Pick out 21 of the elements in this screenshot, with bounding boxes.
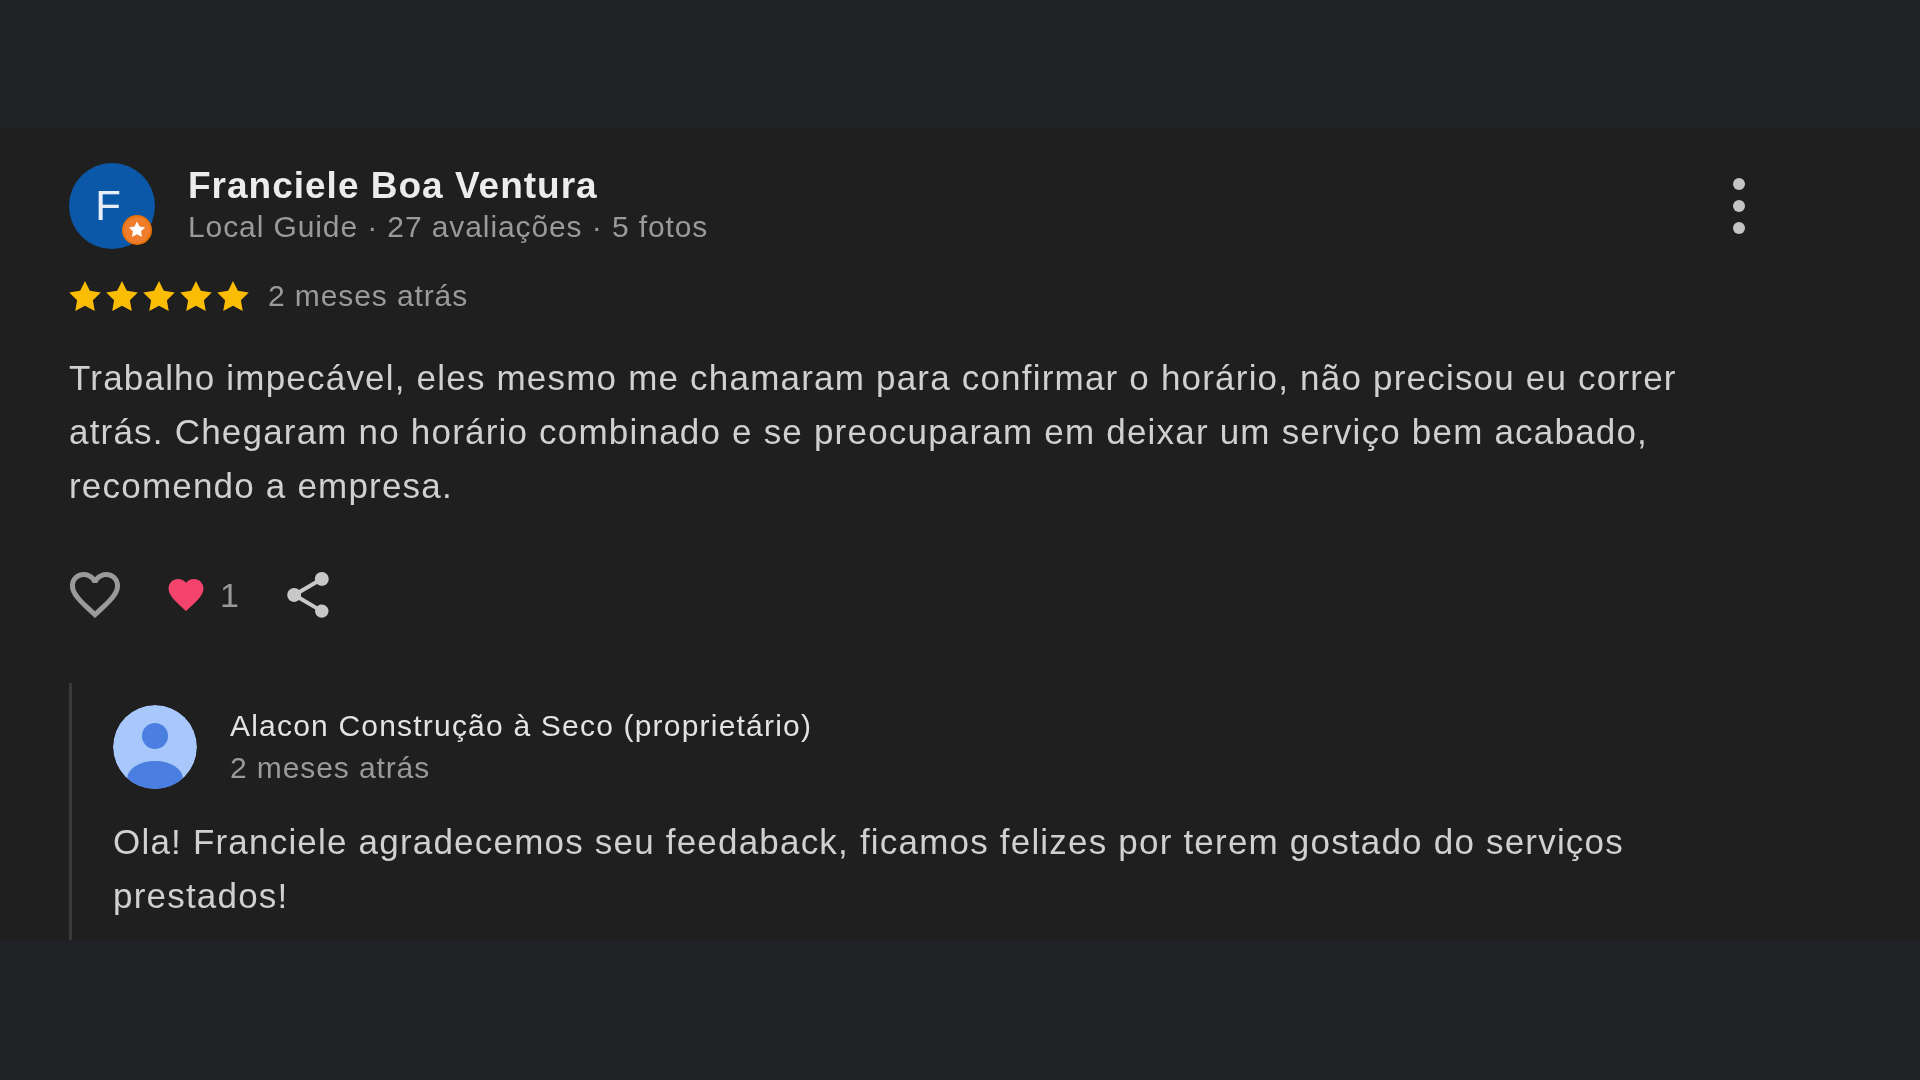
review-text: Trabalho impecável, eles mesmo me chamaram para confirmar o horário, não precisou eu correr atrás. Chegaram no horário combinado e se preocuparam em deixar um serviço bem acabado, recomendo a empresa. bbox=[69, 357, 1678, 507]
star-icon bbox=[69, 281, 101, 311]
reviewer-name[interactable]: Franciele Boa Ventura bbox=[188, 165, 1733, 207]
owner-name: Alacon Construção à Seco (proprietário) bbox=[230, 708, 813, 744]
more-vert-icon bbox=[1733, 178, 1745, 234]
reactions-button[interactable]: 1 bbox=[168, 575, 239, 615]
share-icon bbox=[286, 572, 329, 618]
avatar[interactable]: F bbox=[69, 163, 155, 249]
reply-time: 2 meses atrás bbox=[230, 750, 432, 786]
star-icon bbox=[180, 281, 212, 311]
review-time: 2 meses atrás bbox=[268, 279, 469, 313]
reply-text: Ola! Franciele agradecemos seu feedaback, ficamos felizes por terem gostado do serviços prestados! bbox=[113, 821, 1625, 917]
heart-icon bbox=[168, 579, 204, 611]
reviewer-meta: Local Guide · 27 avaliações · 5 fotos bbox=[188, 209, 710, 245]
more-options-button[interactable] bbox=[1733, 178, 1745, 234]
star-icon bbox=[143, 281, 175, 311]
person-avatar-icon bbox=[113, 705, 197, 789]
star-icon bbox=[106, 281, 138, 311]
star-icon bbox=[217, 281, 249, 311]
share-button[interactable] bbox=[286, 572, 329, 618]
like-button[interactable] bbox=[69, 572, 121, 618]
